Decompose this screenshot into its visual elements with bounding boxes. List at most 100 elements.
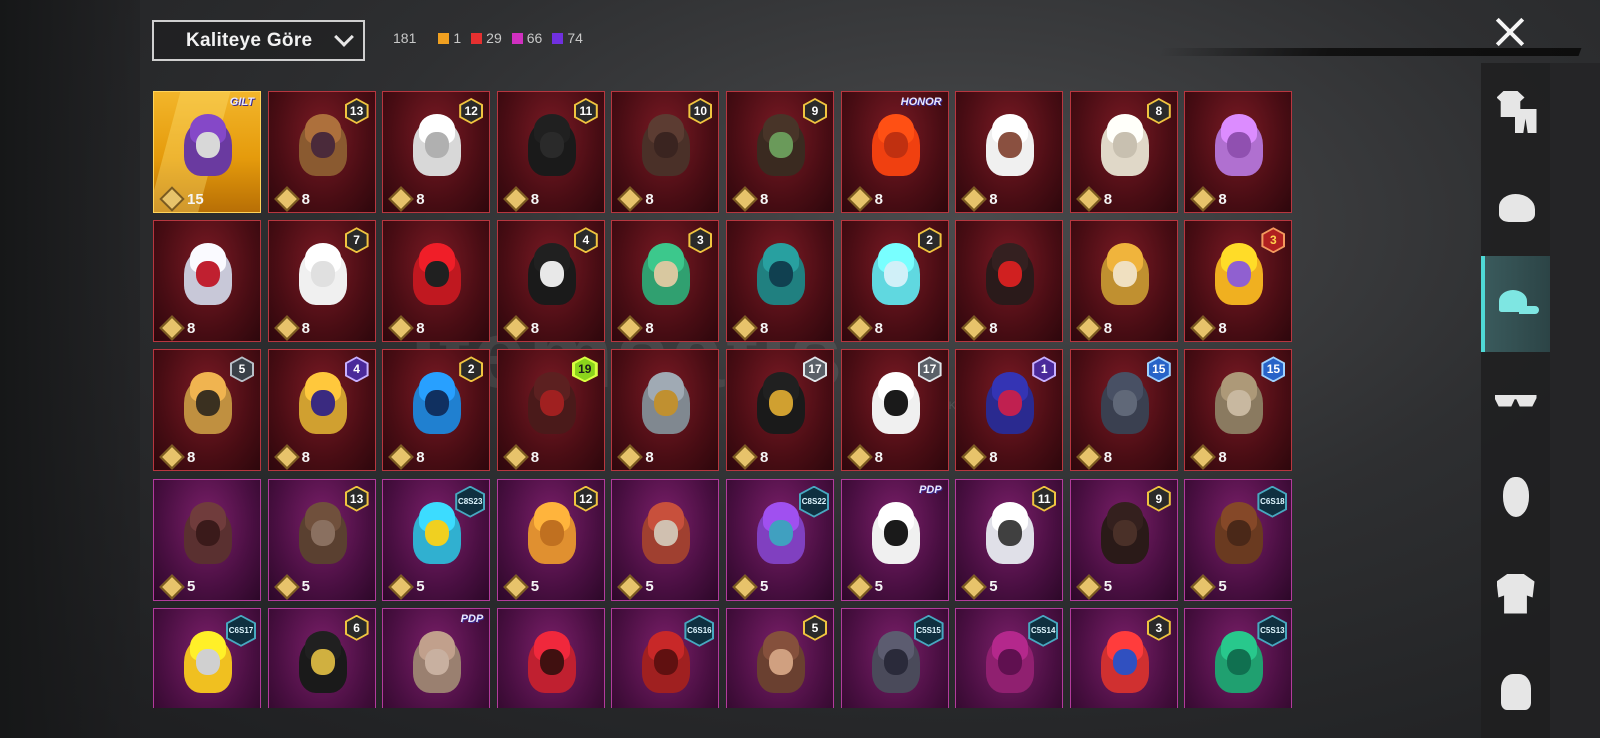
item-tile[interactable]: 8 bbox=[611, 349, 720, 472]
outfit-icon bbox=[1493, 91, 1539, 131]
item-tile[interactable]: 15 8 bbox=[1069, 349, 1178, 472]
item-cost-value: 8 bbox=[187, 319, 196, 337]
item-cost-value: 8 bbox=[530, 448, 540, 466]
item-tile[interactable]: 28 bbox=[382, 349, 491, 472]
item-cost-value: 5 bbox=[416, 578, 425, 596]
item-tile[interactable]: 8 bbox=[955, 91, 1064, 213]
item-tile[interactable]: 8 bbox=[1069, 220, 1178, 343]
item-cost: 8 bbox=[732, 315, 769, 341]
sidebar-item-jacket[interactable] bbox=[1481, 546, 1550, 642]
item-tile[interactable]: 88 bbox=[1069, 91, 1178, 213]
diamond-icon bbox=[732, 186, 758, 212]
item-tile[interactable]: 19 8 bbox=[496, 349, 605, 472]
item-tile[interactable]: 38 bbox=[1184, 220, 1293, 343]
item-tile[interactable]: 38 bbox=[611, 220, 720, 343]
item-tile[interactable]: 13 8 bbox=[267, 91, 376, 213]
item-cost: 8 bbox=[1076, 186, 1112, 212]
category-sidebar bbox=[1481, 63, 1550, 738]
item-image bbox=[1093, 498, 1157, 570]
item-tile[interactable]: 8 bbox=[382, 220, 491, 343]
item-tile[interactable]: C5S14 bbox=[955, 607, 1064, 708]
item-tile[interactable]: PDP bbox=[382, 607, 491, 708]
rarity-count-rare: 74 bbox=[552, 30, 583, 46]
item-tile[interactable]: 48 bbox=[267, 349, 376, 472]
item-tile[interactable]: 48 bbox=[496, 220, 605, 343]
sort-dropdown[interactable]: Kaliteye Göre bbox=[152, 20, 365, 61]
item-cost: 5 bbox=[273, 573, 310, 600]
item-tile[interactable]: 11 5 bbox=[955, 478, 1064, 601]
item-cost-value: 5 bbox=[301, 578, 310, 596]
item-tile[interactable]: C8S23 5 bbox=[382, 478, 491, 601]
diamond-icon bbox=[732, 444, 758, 471]
sidebar-item-helmet[interactable] bbox=[1481, 160, 1550, 256]
item-cost: 8 bbox=[503, 444, 540, 471]
item-image bbox=[176, 498, 240, 570]
diamond-icon bbox=[273, 573, 300, 600]
sort-dropdown-label: Kaliteye Göre bbox=[186, 29, 313, 51]
sidebar-item-cap[interactable] bbox=[1481, 256, 1550, 352]
item-tile[interactable]: 5 bbox=[611, 478, 720, 601]
item-tile[interactable]: 5 bbox=[153, 478, 261, 601]
rarity-count-legendary: 1 bbox=[438, 30, 461, 46]
item-tile[interactable]: 17 8 bbox=[726, 349, 834, 472]
item-tile[interactable]: 12 5 bbox=[496, 478, 605, 601]
item-tile[interactable]: 28 bbox=[840, 220, 949, 343]
item-cost: 5 bbox=[1190, 573, 1227, 600]
item-tile[interactable]: 78 bbox=[267, 220, 376, 343]
sidebar-item-mask[interactable] bbox=[1481, 449, 1550, 545]
rarity-counts: 181 1 29 66 74 bbox=[393, 30, 593, 46]
item-tile[interactable]: GILT 15 bbox=[153, 91, 261, 213]
item-tile[interactable]: C6S18 5 bbox=[1184, 478, 1293, 601]
item-image bbox=[978, 498, 1042, 570]
item-cost-value: 8 bbox=[760, 319, 769, 337]
item-tile[interactable]: 17 8 bbox=[840, 349, 949, 472]
item-tile[interactable] bbox=[496, 607, 605, 708]
item-cost: 8 bbox=[388, 186, 425, 212]
item-tile[interactable]: 6 bbox=[267, 607, 376, 708]
sidebar-item-backpack[interactable] bbox=[1481, 642, 1550, 738]
item-image bbox=[978, 239, 1042, 311]
diamond-icon bbox=[273, 186, 300, 212]
sidebar-item-glasses[interactable] bbox=[1481, 353, 1550, 449]
item-tile[interactable]: 58 bbox=[153, 349, 261, 472]
item-tile[interactable]: 12 8 bbox=[382, 91, 491, 213]
item-image bbox=[978, 110, 1042, 182]
diamond-icon bbox=[503, 186, 529, 212]
item-cost: 8 bbox=[1190, 186, 1227, 212]
item-tile[interactable]: C8S22 5 bbox=[726, 478, 834, 601]
item-tile[interactable]: C6S17 bbox=[153, 607, 261, 708]
item-tile[interactable]: 3 bbox=[1069, 607, 1178, 708]
item-tile[interactable]: 8 bbox=[153, 220, 261, 343]
item-tile[interactable]: 13 5 bbox=[267, 478, 376, 601]
item-image bbox=[405, 239, 469, 311]
item-tile[interactable]: C5S15 bbox=[840, 607, 949, 708]
item-tile[interactable]: 8 bbox=[955, 220, 1064, 343]
item-tile[interactable]: HONOR 8 bbox=[840, 91, 949, 213]
item-image bbox=[1093, 110, 1157, 182]
item-image bbox=[1207, 368, 1271, 440]
item-tile[interactable]: C6S16 bbox=[611, 607, 720, 708]
mask-icon bbox=[1493, 477, 1539, 517]
item-tile[interactable]: PDP 5 bbox=[840, 478, 949, 601]
sidebar-item-outfit[interactable] bbox=[1481, 63, 1550, 159]
item-cost-value: 8 bbox=[187, 448, 196, 466]
jacket-icon bbox=[1493, 574, 1539, 614]
item-tile[interactable]: 5 bbox=[726, 607, 834, 708]
item-cost-value: 8 bbox=[874, 448, 883, 466]
item-cost-value: 8 bbox=[645, 448, 654, 466]
item-tile[interactable]: 18 bbox=[955, 349, 1064, 472]
item-tile[interactable]: 8 bbox=[726, 220, 834, 343]
item-cost: 5 bbox=[503, 573, 539, 600]
item-tile[interactable]: C5S13 bbox=[1184, 607, 1293, 708]
item-tile[interactable]: 11 8 bbox=[496, 91, 605, 213]
item-tile[interactable]: 98 bbox=[726, 91, 834, 213]
item-cost: 15 bbox=[159, 186, 204, 212]
item-tile[interactable]: 10 8 bbox=[611, 91, 720, 213]
item-tile[interactable]: 15 8 bbox=[1184, 349, 1293, 472]
diamond-icon bbox=[503, 573, 529, 600]
item-cost: 8 bbox=[273, 186, 310, 212]
item-image bbox=[634, 239, 698, 311]
item-tile[interactable]: 8 bbox=[1184, 91, 1293, 213]
item-tile[interactable]: 95 bbox=[1069, 478, 1178, 601]
close-button[interactable] bbox=[1490, 12, 1530, 52]
